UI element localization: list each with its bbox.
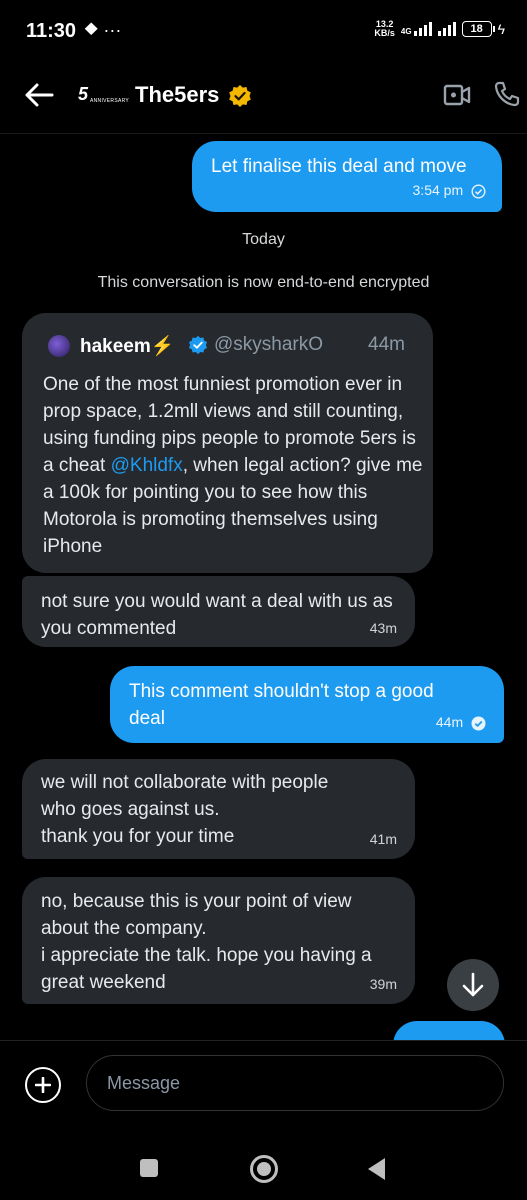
mention-link[interactable]: @Khldfx [111,455,183,476]
message-text: Let finalise this deal and move [211,156,467,177]
read-check-icon [471,716,486,731]
message-time: 41m [369,831,397,847]
signal-icon [437,22,456,36]
message-bubble-outgoing[interactable]: This comment shouldn't stop a good deal … [110,666,504,743]
message-time: 39m [369,976,397,992]
quoted-post-time: 44m [368,334,405,355]
notification-icons: ⯁ ··· [84,20,122,40]
back-button[interactable] [368,1158,385,1180]
message-bubble-incoming[interactable]: no, because this is your point of view a… [22,877,415,1004]
message-bubble-outgoing[interactable]: Let finalise this deal and move 3:54 pm [192,141,502,212]
lightning-icon: ⚡ [150,336,175,357]
arrow-down-icon [462,972,484,997]
home-button[interactable] [250,1155,278,1183]
phone-call-icon[interactable] [493,80,521,108]
network-speed: 13.2 KB/s [374,19,395,38]
message-input[interactable] [86,1055,504,1111]
message-text: no, because this is your point of view a… [41,891,372,993]
plus-icon [35,1077,51,1093]
avatar [48,335,70,357]
quoted-post-body: One of the most funniest promotion ever … [43,374,423,557]
status-time: 11:30 [26,20,77,42]
chat-header: 5 ANNIVERSARY The5ers [0,62,527,134]
battery-icon: 18 [461,21,495,37]
status-bar: 11:30 ⯁ ··· 13.2 KB/s 4G 18 ϟ [0,0,527,62]
quoted-post-card[interactable]: hakeem⚡ @skysharkO 44m One of the most f… [22,313,433,573]
system-nav-bar [0,1130,527,1200]
add-attachment-button[interactable] [25,1067,61,1103]
chat-title[interactable]: The5ers [135,82,219,108]
message-text: we will not collaborate with people who … [41,772,329,847]
verified-badge-icon [189,335,207,355]
signal-4g-icon: 4G [401,22,432,36]
status-indicators: 13.2 KB/s 4G 18 ϟ [374,20,505,38]
verified-gold-icon [229,85,251,107]
message-text: not sure you would want a deal with us a… [41,591,393,639]
the5ers-logo[interactable]: 5 ANNIVERSARY [78,84,129,108]
quoted-author-handle: @skysharkO [214,334,324,355]
recents-button[interactable] [140,1159,158,1177]
message-composer [0,1040,527,1124]
sent-check-icon [471,184,486,199]
encryption-notice: This conversation is now end-to-end encr… [97,274,430,291]
message-bubble-incoming[interactable]: not sure you would want a deal with us a… [22,576,415,647]
message-meta: 44m [436,714,486,731]
message-meta: 3:54 pm [413,182,486,199]
scroll-to-bottom-button[interactable] [447,959,499,1011]
back-arrow-icon[interactable] [22,80,56,110]
quoted-author-name: hakeem⚡ [80,336,175,357]
message-text: This comment shouldn't stop a good deal [129,681,434,729]
charging-icon: ϟ [497,21,505,37]
video-call-icon[interactable] [443,82,471,108]
message-bubble-incoming[interactable]: we will not collaborate with people who … [22,759,415,859]
message-time: 43m [369,620,397,636]
date-separator: Today [242,231,285,248]
